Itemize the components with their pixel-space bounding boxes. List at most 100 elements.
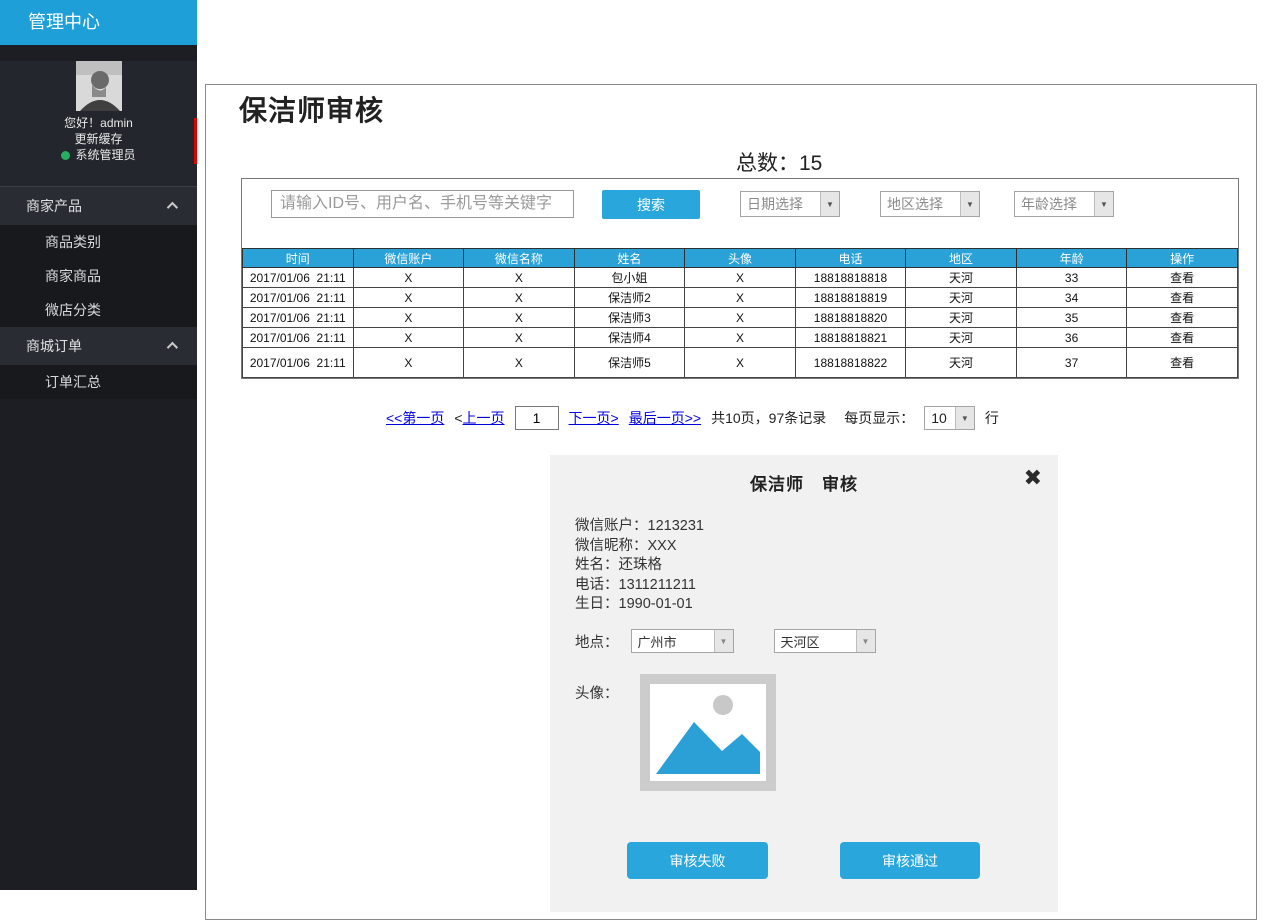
city-select[interactable]: 广州市 ▼ <box>631 629 734 653</box>
review-modal: 保洁师 审核 ✖ 微信账户：1213231 微信昵称：XXX 姓名：还珠格 电话… <box>550 455 1058 912</box>
search-input[interactable] <box>271 190 574 218</box>
cell-region: 天河 <box>906 268 1017 288</box>
col-age: 年龄 <box>1016 249 1127 268</box>
last-page-link[interactable]: 最后一页>> <box>629 408 701 428</box>
field-wechat-account: 微信账户：1213231 <box>575 517 704 537</box>
cell-time: 2017/01/06 21:11 <box>243 328 354 348</box>
district-select[interactable]: 天河区 ▼ <box>774 629 876 653</box>
age-filter-value: 年龄选择 <box>1021 194 1077 214</box>
cell-avatar: X <box>685 288 796 308</box>
chevron-down-icon[interactable]: ▼ <box>820 192 839 216</box>
total-count: 总数：15 <box>736 147 1256 177</box>
cell-phone: 18818818818 <box>795 268 906 288</box>
sidebar-group-mall-orders[interactable]: 商城订单 <box>0 327 197 365</box>
review-fail-button[interactable]: 审核失败 <box>627 842 768 879</box>
prev-page-link[interactable]: 上一页 <box>463 410 505 426</box>
age-filter-select[interactable]: 年龄选择 ▼ <box>1014 191 1114 217</box>
chevron-up-icon <box>167 342 178 353</box>
app-title: 管理中心 <box>0 0 197 45</box>
sidebar-group-label: 商城订单 <box>26 336 82 356</box>
date-filter-value: 日期选择 <box>747 194 803 214</box>
user-role: 系统管理员 <box>75 147 135 163</box>
sidebar-group-label: 商家产品 <box>26 196 82 216</box>
region-filter-select[interactable]: 地区选择 ▼ <box>880 191 980 217</box>
submenu-mall-orders: 订单汇总 <box>0 365 197 399</box>
table-row: 2017/01/06 21:11 X X 保洁师3 X 18818818820 … <box>243 308 1238 328</box>
field-birthday: 生日：1990-01-01 <box>575 595 704 615</box>
cell-phone: 18818818822 <box>795 348 906 378</box>
cell-age: 37 <box>1016 348 1127 378</box>
view-link[interactable]: 查看 <box>1127 268 1238 288</box>
cell-name: 保洁师2 <box>574 288 685 308</box>
avatar <box>76 61 122 111</box>
col-wechat-name: 微信名称 <box>464 249 575 268</box>
cell-phone: 18818818819 <box>795 288 906 308</box>
page-number-input[interactable] <box>515 406 559 430</box>
field-label: 姓名： <box>575 557 619 573</box>
table-row: 2017/01/06 21:11 X X 包小姐 X 18818818818 天… <box>243 268 1238 288</box>
field-label: 微信昵称： <box>575 538 648 554</box>
submenu-merchant-products: 商品类别 商家商品 微店分类 <box>0 225 197 327</box>
sidebar-item-merchant-goods[interactable]: 商家商品 <box>0 259 197 293</box>
sidebar-scroll-indicator[interactable] <box>194 118 197 164</box>
chevron-down-icon[interactable]: ▼ <box>1094 192 1113 216</box>
view-link[interactable]: 查看 <box>1127 328 1238 348</box>
chevron-down-icon[interactable]: ▼ <box>714 630 733 652</box>
admin-center-app: 管理中心 您好！admin 更新缓存 系统管理员 商家产品 <box>0 0 1269 922</box>
view-link[interactable]: 查看 <box>1127 308 1238 328</box>
col-wechat-account: 微信账户 <box>353 249 464 268</box>
cleaners-table: 时间 微信账户 微信名称 姓名 头像 电话 地区 年龄 操作 2017/01/0… <box>242 248 1238 378</box>
sidebar: 管理中心 您好！admin 更新缓存 系统管理员 商家产品 <box>0 0 197 890</box>
online-status-icon <box>61 151 70 160</box>
per-page-label: 每页显示： <box>844 408 914 428</box>
avatar-label: 头像： <box>575 682 619 703</box>
first-page-link[interactable]: <<第一页 <box>386 408 444 428</box>
cell-name: 包小姐 <box>574 268 685 288</box>
modal-fields: 微信账户：1213231 微信昵称：XXX 姓名：还珠格 电话：13112112… <box>575 517 704 615</box>
per-page-select[interactable]: 10 ▼ <box>924 406 975 430</box>
field-value: 还珠格 <box>619 557 663 573</box>
view-link[interactable]: 查看 <box>1127 288 1238 308</box>
cell-region: 天河 <box>906 328 1017 348</box>
cell-avatar: X <box>685 268 796 288</box>
view-link[interactable]: 查看 <box>1127 348 1238 378</box>
col-action: 操作 <box>1127 249 1238 268</box>
district-value: 天河区 <box>781 632 820 651</box>
cell-wechat-account: X <box>353 308 464 328</box>
sidebar-item-order-summary[interactable]: 订单汇总 <box>0 365 197 399</box>
col-avatar: 头像 <box>685 249 796 268</box>
page-title: 保洁师审核 <box>206 85 1256 129</box>
cell-wechat-name: X <box>464 348 575 378</box>
sidebar-item-product-category[interactable]: 商品类别 <box>0 225 197 259</box>
close-icon[interactable]: ✖ <box>1024 465 1042 491</box>
chevron-down-icon[interactable]: ▼ <box>960 192 979 216</box>
next-page-link[interactable]: 下一页> <box>569 408 619 428</box>
modal-title: 保洁师 审核 <box>550 455 1058 495</box>
sidebar-item-microstore-category[interactable]: 微店分类 <box>0 293 197 327</box>
col-time: 时间 <box>243 249 354 268</box>
field-label: 生日： <box>575 596 619 612</box>
cell-wechat-name: X <box>464 288 575 308</box>
search-button[interactable]: 搜索 <box>602 190 700 219</box>
cell-age: 33 <box>1016 268 1127 288</box>
cell-age: 34 <box>1016 288 1127 308</box>
location-label: 地点： <box>575 631 619 652</box>
pagination: <<第一页 <上一页 下一页> 最后一页>> 共10页，97条记录 每页显示： … <box>386 406 999 430</box>
field-value: XXX <box>648 538 677 554</box>
location-row: 地点： 广州市 ▼ 天河区 ▼ <box>575 629 876 653</box>
cell-wechat-name: X <box>464 308 575 328</box>
user-panel: 您好！admin 更新缓存 系统管理员 <box>0 61 197 187</box>
chevron-down-icon[interactable]: ▼ <box>856 630 875 652</box>
sidebar-group-merchant-products[interactable]: 商家产品 <box>0 187 197 225</box>
review-pass-button[interactable]: 审核通过 <box>840 842 980 879</box>
chevron-down-icon[interactable]: ▼ <box>955 407 974 429</box>
cell-name: 保洁师3 <box>574 308 685 328</box>
region-filter-value: 地区选择 <box>887 194 943 214</box>
cell-age: 35 <box>1016 308 1127 328</box>
cell-name: 保洁师5 <box>574 348 685 378</box>
date-filter-select[interactable]: 日期选择 ▼ <box>740 191 840 217</box>
cell-wechat-name: X <box>464 328 575 348</box>
avatar-image-placeholder <box>640 674 776 791</box>
refresh-cache-link[interactable]: 更新缓存 <box>0 131 197 147</box>
cell-time: 2017/01/06 21:11 <box>243 348 354 378</box>
